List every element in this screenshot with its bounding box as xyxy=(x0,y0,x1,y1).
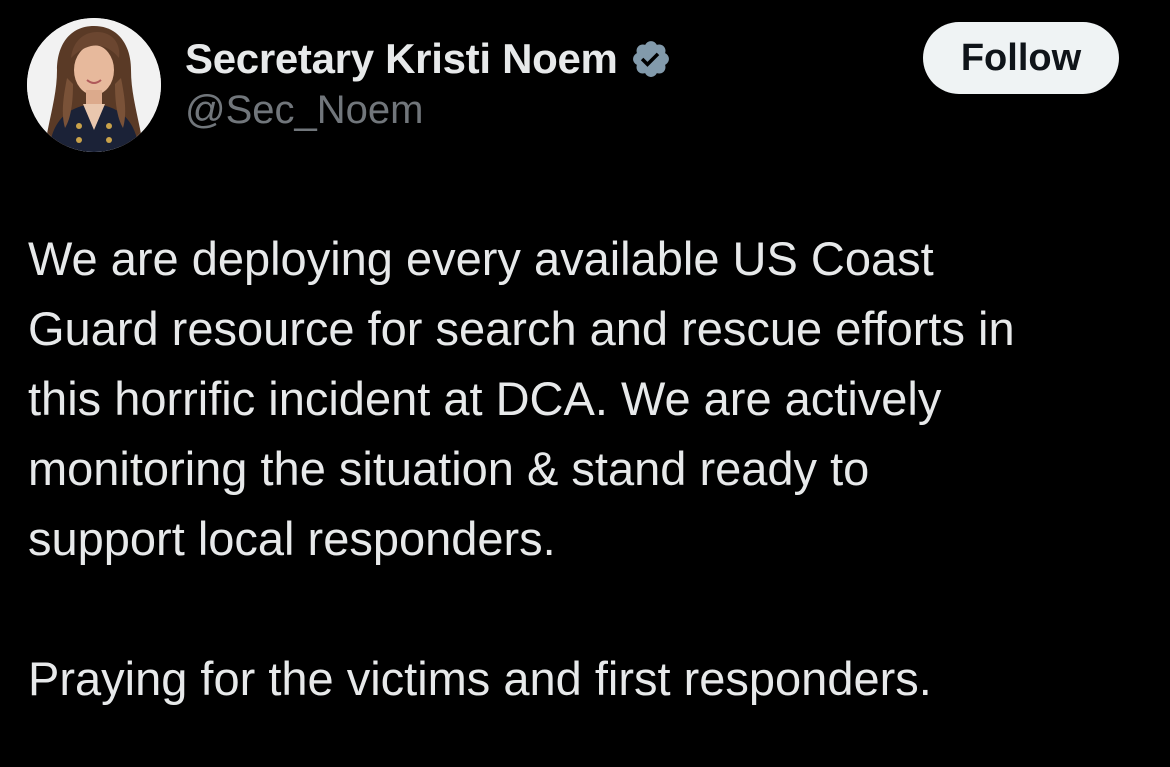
avatar-image xyxy=(27,18,161,152)
post-paragraph-2: Praying for the victims and first respon… xyxy=(28,652,932,705)
author-display-name[interactable]: Secretary Kristi Noem xyxy=(185,35,618,83)
follow-button[interactable]: Follow xyxy=(923,22,1119,94)
author-avatar[interactable] xyxy=(27,18,161,152)
post-paragraph-1: We are deploying every available US Coas… xyxy=(28,232,1015,565)
author-handle[interactable]: @Sec_Noem xyxy=(185,88,423,133)
post-text: We are deploying every available US Coas… xyxy=(28,224,1148,714)
verified-badge-icon[interactable] xyxy=(630,38,672,80)
post-card: Secretary Kristi Noem @Sec_Noem Follow W… xyxy=(0,0,1170,767)
author-name-row[interactable]: Secretary Kristi Noem xyxy=(185,34,672,84)
